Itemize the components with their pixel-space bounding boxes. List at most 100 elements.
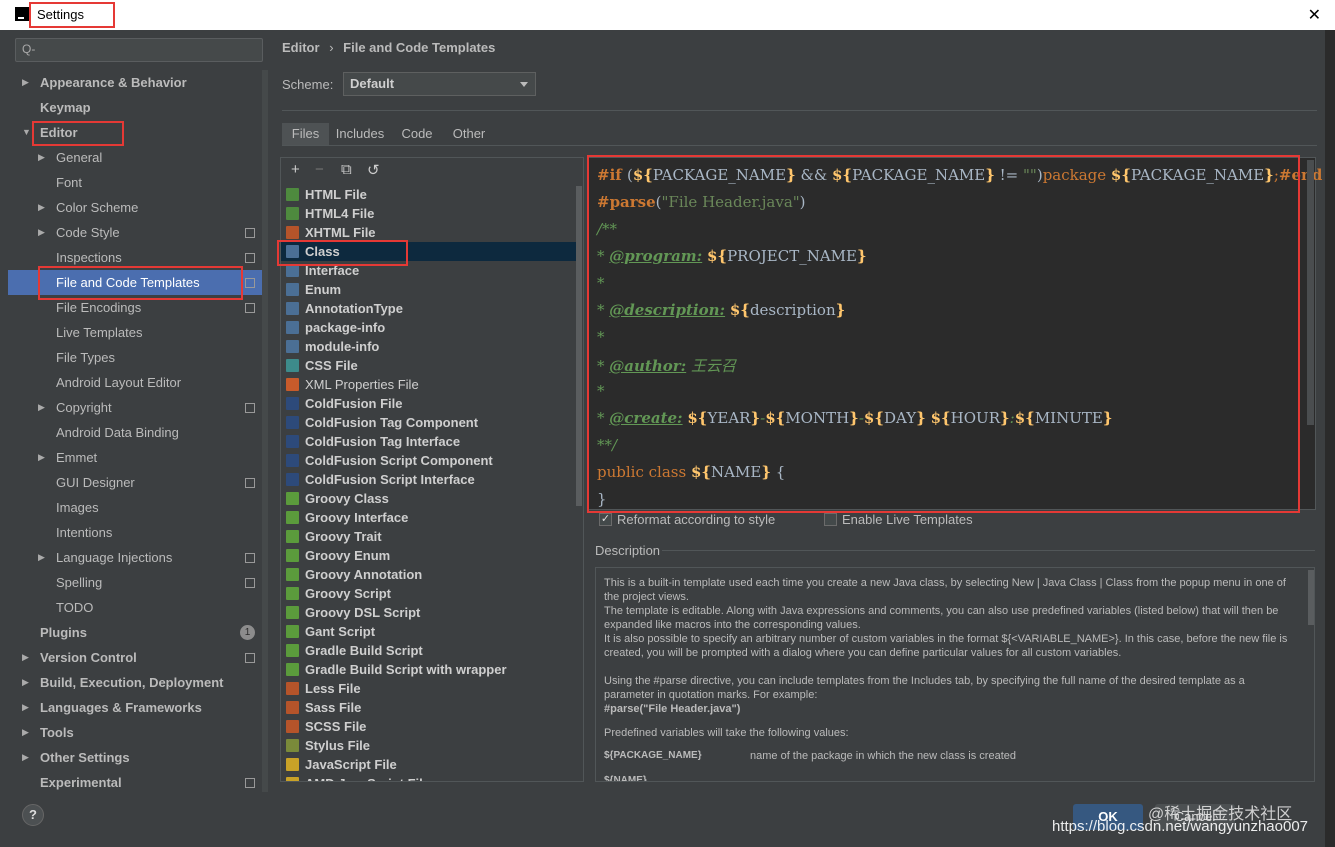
tree-item[interactable]: Spelling: [8, 570, 263, 595]
settings-search-input[interactable]: Q-: [15, 38, 263, 62]
template-list-item[interactable]: ColdFusion Tag Interface: [281, 432, 581, 451]
template-list-item[interactable]: HTML File: [281, 185, 581, 204]
tree-item[interactable]: File Types: [8, 345, 263, 370]
chevron-right-icon[interactable]: ▶: [38, 445, 45, 470]
template-list-item[interactable]: ColdFusion File: [281, 394, 581, 413]
tree-item[interactable]: ▶ Code Style: [8, 220, 263, 245]
reset-icon[interactable]: ↺: [367, 161, 380, 179]
template-list-item[interactable]: Gant Script: [281, 622, 581, 641]
template-list-item[interactable]: Less File: [281, 679, 581, 698]
tree-item[interactable]: Live Templates: [8, 320, 263, 345]
remove-icon[interactable]: −: [315, 161, 324, 178]
template-list-item[interactable]: AnnotationType: [281, 299, 581, 318]
code-token: PACKAGE_NAME: [1131, 166, 1265, 184]
template-list-item[interactable]: ColdFusion Tag Component: [281, 413, 581, 432]
chevron-right-icon[interactable]: ▶: [22, 645, 29, 670]
chevron-right-icon[interactable]: ▶: [22, 695, 29, 720]
template-list-item[interactable]: AMD JavaScript File: [281, 774, 581, 781]
template-list-item[interactable]: module-info: [281, 337, 581, 356]
tree-item[interactable]: ▶ Appearance & Behavior: [8, 70, 263, 95]
tree-item[interactable]: Android Data Binding: [8, 420, 263, 445]
chevron-right-icon[interactable]: ▶: [38, 145, 45, 170]
tree-item[interactable]: Plugins 1: [8, 620, 263, 645]
tree-item[interactable]: ▶ Color Scheme: [8, 195, 263, 220]
template-list-item[interactable]: Groovy Class: [281, 489, 581, 508]
template-list-item[interactable]: HTML4 File: [281, 204, 581, 223]
template-list-item[interactable]: Class: [281, 242, 581, 261]
tab-includes[interactable]: Includes: [331, 123, 389, 145]
file-type-icon: [286, 777, 299, 781]
template-list-item[interactable]: Enum: [281, 280, 581, 299]
tree-scrollbar[interactable]: [262, 70, 268, 792]
tab-code[interactable]: Code: [391, 123, 443, 145]
tab-other[interactable]: Other: [445, 123, 493, 145]
add-icon[interactable]: +: [291, 161, 300, 178]
tree-item[interactable]: Intentions: [8, 520, 263, 545]
tree-item[interactable]: ▶ Language Injections: [8, 545, 263, 570]
tree-item[interactable]: Android Layout Editor: [8, 370, 263, 395]
template-list-item[interactable]: Stylus File: [281, 736, 581, 755]
template-list-item[interactable]: package-info: [281, 318, 581, 337]
template-list-item[interactable]: Groovy Enum: [281, 546, 581, 565]
template-list-item[interactable]: Gradle Build Script with wrapper: [281, 660, 581, 679]
watermark-url: https://blog.csdn.net/wangyunzhao007: [1052, 818, 1309, 835]
template-list-item[interactable]: SCSS File: [281, 717, 581, 736]
chevron-right-icon[interactable]: ▶: [38, 395, 45, 420]
template-code-editor[interactable]: #if (${PACKAGE_NAME} && ${PACKAGE_NAME} …: [588, 157, 1322, 510]
template-list-scrollbar[interactable]: [576, 186, 582, 506]
chevron-right-icon[interactable]: ▶: [22, 670, 29, 695]
template-list-item[interactable]: CSS File: [281, 356, 581, 375]
tree-item[interactable]: ▶ Emmet: [8, 445, 263, 470]
template-list-item[interactable]: Sass File: [281, 698, 581, 717]
tree-item[interactable]: GUI Designer: [8, 470, 263, 495]
tree-item-label: File and Code Templates: [56, 275, 200, 290]
chevron-down-icon[interactable]: ▼: [22, 120, 31, 145]
help-button[interactable]: ?: [22, 804, 44, 826]
tree-item-label: Live Templates: [56, 325, 143, 340]
template-list-item[interactable]: XHTML File: [281, 223, 581, 242]
tree-item[interactable]: File Encodings: [8, 295, 263, 320]
tree-item[interactable]: Keymap: [8, 95, 263, 120]
editor-scrollbar[interactable]: [1307, 160, 1314, 425]
description-scrollbar[interactable]: [1308, 570, 1314, 625]
chevron-right-icon[interactable]: ▶: [38, 220, 45, 245]
tree-item[interactable]: TODO: [8, 595, 263, 620]
tree-item[interactable]: File and Code Templates: [8, 270, 263, 295]
template-list-item[interactable]: Groovy Interface: [281, 508, 581, 527]
tree-item[interactable]: Inspections: [8, 245, 263, 270]
tab-files[interactable]: Files: [282, 123, 329, 145]
chevron-right-icon[interactable]: ▶: [22, 720, 29, 745]
tree-item[interactable]: ▶ Other Settings: [8, 745, 263, 770]
template-list-item[interactable]: ColdFusion Script Interface: [281, 470, 581, 489]
copy-icon[interactable]: ⧉: [341, 161, 352, 178]
template-list-item[interactable]: XML Properties File: [281, 375, 581, 394]
code-token: #parse: [597, 193, 656, 211]
chevron-right-icon[interactable]: ▶: [22, 745, 29, 770]
tree-item[interactable]: ▶ Copyright: [8, 395, 263, 420]
tree-item[interactable]: Images: [8, 495, 263, 520]
tree-item[interactable]: ▼ Editor: [8, 120, 263, 145]
template-list-item[interactable]: Groovy Annotation: [281, 565, 581, 584]
scheme-select[interactable]: Default: [343, 72, 536, 96]
tree-item[interactable]: ▶ General: [8, 145, 263, 170]
chevron-right-icon[interactable]: ▶: [22, 70, 29, 95]
close-icon[interactable]: ✕: [1308, 5, 1321, 25]
tree-item[interactable]: ▶ Version Control: [8, 645, 263, 670]
template-list-item[interactable]: Groovy Script: [281, 584, 581, 603]
tree-item[interactable]: Font: [8, 170, 263, 195]
tree-item[interactable]: ▶ Tools: [8, 720, 263, 745]
template-list-item[interactable]: Groovy Trait: [281, 527, 581, 546]
chevron-right-icon[interactable]: ▶: [38, 195, 45, 220]
template-name: module-info: [305, 339, 380, 354]
code-line: public class ${NAME} {: [597, 463, 785, 481]
template-list-item[interactable]: Groovy DSL Script: [281, 603, 581, 622]
tree-item[interactable]: Experimental: [8, 770, 263, 795]
chevron-right-icon[interactable]: ▶: [38, 545, 45, 570]
tree-item[interactable]: ▶ Build, Execution, Deployment: [8, 670, 263, 695]
tree-item[interactable]: ▶ Languages & Frameworks: [8, 695, 263, 720]
template-list-item[interactable]: JavaScript File: [281, 755, 581, 774]
template-list-item[interactable]: Interface: [281, 261, 581, 280]
code-token: HOUR: [950, 409, 1000, 427]
template-list-item[interactable]: Gradle Build Script: [281, 641, 581, 660]
template-list-item[interactable]: ColdFusion Script Component: [281, 451, 581, 470]
